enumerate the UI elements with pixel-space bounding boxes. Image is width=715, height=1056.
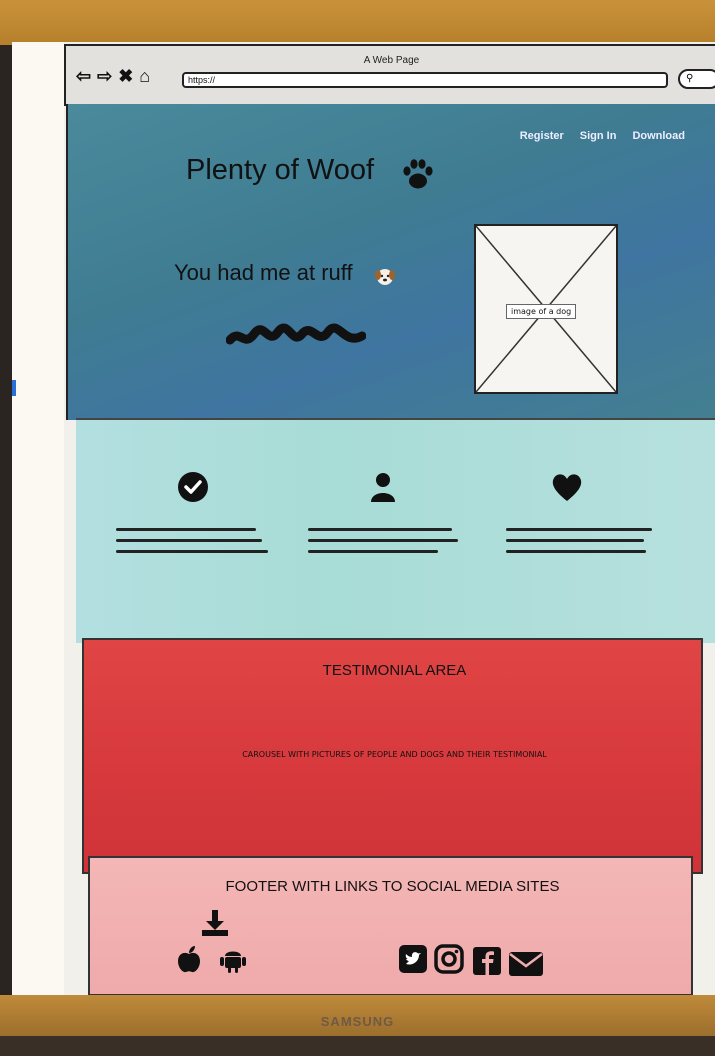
- sign-in-link[interactable]: Sign In: [580, 130, 617, 142]
- home-icon[interactable]: ⌂: [139, 66, 150, 87]
- forward-arrow-icon[interactable]: ⇨: [97, 66, 112, 87]
- download-icon[interactable]: [200, 908, 230, 938]
- feature-text-scribble: [506, 528, 666, 561]
- background-marker: [12, 380, 16, 396]
- placeholder-label: image of a dog: [506, 304, 577, 319]
- browser-title: A Web Page: [363, 55, 420, 66]
- download-link[interactable]: Download: [632, 130, 685, 142]
- apple-icon[interactable]: [174, 944, 204, 974]
- monitor-stand: [0, 1036, 715, 1056]
- browser-nav: ⇦ ⇨ ✖ ⌂: [76, 66, 150, 87]
- facebook-icon[interactable]: [472, 946, 502, 976]
- hero-section: Register Sign In Download Plenty of Woof…: [66, 104, 715, 420]
- hero-tagline: You had me at ruff: [174, 260, 353, 285]
- register-link[interactable]: Register: [520, 130, 564, 142]
- close-icon[interactable]: ✖: [118, 66, 133, 87]
- background-document: [12, 42, 64, 998]
- browser-chrome: A Web Page ⇦ ⇨ ✖ ⌂ https:// ⚲: [64, 44, 715, 106]
- footer-title: FOOTER WITH LINKS TO SOCIAL MEDIA SITES: [225, 878, 560, 895]
- top-nav: Register Sign In Download: [520, 130, 685, 142]
- feature-text-scribble: [308, 528, 468, 561]
- url-input[interactable]: https://: [182, 72, 668, 88]
- testimonial-section: TESTIMONIAL AREA CAROUSEL WITH PICTURES …: [82, 638, 703, 874]
- android-icon[interactable]: [218, 944, 248, 974]
- twitter-icon[interactable]: [398, 944, 428, 974]
- monitor-brand: SAMSUNG: [320, 1014, 395, 1029]
- monitor-bezel-top: [0, 0, 715, 45]
- testimonial-carousel-description: CAROUSEL WITH PICTURES OF PEOPLE AND DOG…: [242, 750, 547, 759]
- instagram-icon[interactable]: [434, 944, 464, 974]
- dog-face-icon: [375, 269, 395, 285]
- search-icon: ⚲: [686, 73, 694, 84]
- heart-icon: [552, 474, 582, 501]
- testimonial-title: TESTIMONIAL AREA: [322, 662, 467, 679]
- check-circle-icon: [178, 472, 208, 502]
- paw-icon: [403, 159, 433, 189]
- footer-section: FOOTER WITH LINKS TO SOCIAL MEDIA SITES: [88, 856, 693, 996]
- user-icon: [371, 473, 395, 502]
- features-section: [76, 418, 715, 643]
- search-field[interactable]: ⚲: [678, 69, 715, 89]
- dog-image-placeholder: image of a dog: [474, 224, 618, 394]
- feature-text-scribble: [116, 528, 276, 561]
- cta-button-scribble[interactable]: [226, 322, 366, 350]
- back-arrow-icon[interactable]: ⇦: [76, 66, 91, 87]
- mail-icon[interactable]: [508, 948, 544, 978]
- site-logo[interactable]: Plenty of Woof: [186, 154, 374, 187]
